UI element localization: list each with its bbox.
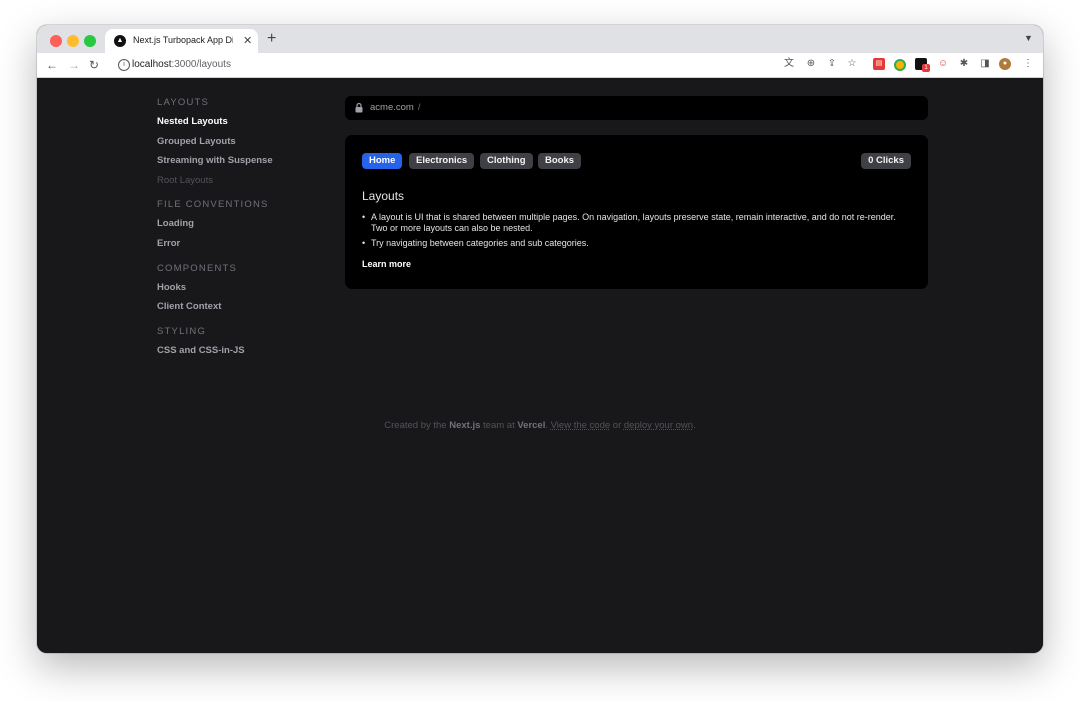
nav-heading: Styling bbox=[157, 325, 207, 337]
triangle-favicon-icon: ▲ bbox=[114, 35, 126, 47]
demo-address-bar: acme.com / bbox=[345, 96, 928, 120]
sidebar-item-error[interactable]: Error bbox=[157, 234, 337, 254]
sidebar-item-grouped-layouts[interactable]: Grouped Layouts bbox=[157, 132, 337, 152]
share-icon[interactable]: ⇪ bbox=[826, 58, 838, 70]
sidebar-item-hooks[interactable]: Hooks bbox=[157, 278, 337, 298]
sidebar-item-nested-layouts[interactable]: Nested Layouts bbox=[157, 112, 337, 132]
list-item: A layout is UI that is shared between mu… bbox=[362, 212, 907, 234]
layout-card: Home Electronics Clothing Books 0 Clicks… bbox=[345, 135, 928, 289]
card-title: Layouts bbox=[362, 189, 405, 203]
forward-arrow-icon[interactable]: → bbox=[68, 57, 80, 73]
category-tab-electronics[interactable]: Electronics bbox=[409, 153, 475, 169]
reload-icon[interactable]: ↻ bbox=[89, 57, 99, 73]
translate-icon[interactable]: 文 bbox=[783, 58, 795, 70]
learn-more-link[interactable]: Learn more bbox=[362, 259, 411, 269]
zoom-icon[interactable]: ⊕ bbox=[805, 58, 817, 70]
avatar[interactable]: ● bbox=[999, 58, 1011, 70]
browser-toolbar: ← → ↻ i localhost:3000/layouts 文 ⊕ ⇪ ☆ ▤… bbox=[37, 53, 1043, 78]
sidebar-item-client-context[interactable]: Client Context bbox=[157, 297, 337, 317]
page-content: Layouts Nested Layouts Grouped Layouts Stre… bbox=[37, 78, 1043, 653]
category-tab-clothing[interactable]: Clothing bbox=[480, 153, 533, 169]
url-text: localhost:3000/layouts bbox=[132, 59, 231, 70]
minimize-window-button[interactable] bbox=[67, 35, 79, 47]
nextjs-link[interactable]: Next.js bbox=[449, 420, 480, 431]
nav-heading: File Conventions bbox=[157, 199, 269, 211]
puzzle-extensions-icon[interactable]: ✱ bbox=[958, 58, 970, 70]
nav-section: Styling CSS and CSS-in-JS bbox=[157, 323, 337, 361]
category-tab-home[interactable]: Home bbox=[362, 153, 403, 169]
bookmark-star-icon[interactable]: ☆ bbox=[846, 58, 858, 70]
browser-tab[interactable]: ▲ Next.js Turbopack App Directory Playgr… bbox=[105, 29, 258, 53]
deploy-link[interactable]: deploy your own bbox=[624, 420, 693, 431]
nav-section: Components Hooks Client Context bbox=[157, 260, 337, 317]
view-code-link[interactable]: View the code bbox=[551, 420, 611, 431]
sidebar-nav: Layouts Nested Layouts Grouped Layouts Stre… bbox=[157, 94, 337, 366]
extension-face-icon[interactable]: ☺ bbox=[937, 58, 949, 70]
kebab-menu-icon[interactable]: ⋮ bbox=[1022, 58, 1034, 70]
tab-strip: ▲ Next.js Turbopack App Directory Playgr… bbox=[37, 25, 1043, 53]
clicks-counter-button[interactable]: 0 Clicks bbox=[861, 153, 911, 169]
nav-heading: Components bbox=[157, 262, 238, 274]
address-text: acme.com / bbox=[370, 102, 421, 113]
tab-title: Next.js Turbopack App Directory Playgrou… bbox=[133, 35, 233, 45]
info-icon[interactable]: i bbox=[118, 59, 130, 71]
url-bar[interactable]: i localhost:3000/layouts bbox=[110, 56, 880, 74]
back-arrow-icon[interactable]: ← bbox=[46, 57, 58, 73]
nav-heading: Layouts bbox=[157, 97, 210, 108]
sidebar-item-loading[interactable]: Loading bbox=[157, 214, 337, 234]
sidebar-item-streaming-with-suspense[interactable]: Streaming with Suspense bbox=[157, 151, 337, 171]
extension-dark-icon[interactable]: 1 bbox=[915, 58, 930, 72]
lock-icon bbox=[355, 102, 363, 113]
chevron-down-icon[interactable]: ▼ bbox=[1024, 33, 1033, 43]
card-bullet-list: A layout is UI that is shared between mu… bbox=[362, 212, 907, 253]
nav-section: File Conventions Loading Error bbox=[157, 196, 337, 253]
close-window-button[interactable] bbox=[50, 35, 62, 47]
tab-close-icon[interactable]: ✕ bbox=[243, 34, 252, 48]
extension-badge: 1 bbox=[922, 64, 930, 72]
browser-window: ▲ Next.js Turbopack App Directory Playgr… bbox=[37, 25, 1043, 653]
sidebar-item-root-layouts[interactable]: Root Layouts bbox=[157, 171, 337, 191]
category-tab-books[interactable]: Books bbox=[538, 153, 582, 169]
sidebar-item-css-and-css-in-js[interactable]: CSS and CSS-in-JS bbox=[157, 341, 337, 361]
maximize-window-button[interactable] bbox=[84, 35, 96, 47]
footer: Created by the Next.js team at Vercel. V… bbox=[384, 420, 696, 431]
vercel-link[interactable]: Vercel bbox=[517, 420, 545, 431]
list-item: Try navigating between categories and su… bbox=[362, 238, 907, 249]
extension-red-icon[interactable]: ▤ bbox=[873, 58, 885, 70]
side-panel-icon[interactable]: ◨ bbox=[979, 58, 991, 70]
extension-color-circle-icon[interactable] bbox=[894, 59, 906, 71]
nav-section: Layouts Nested Layouts Grouped Layouts Stre… bbox=[157, 94, 337, 190]
new-tab-button[interactable]: + bbox=[267, 30, 276, 48]
